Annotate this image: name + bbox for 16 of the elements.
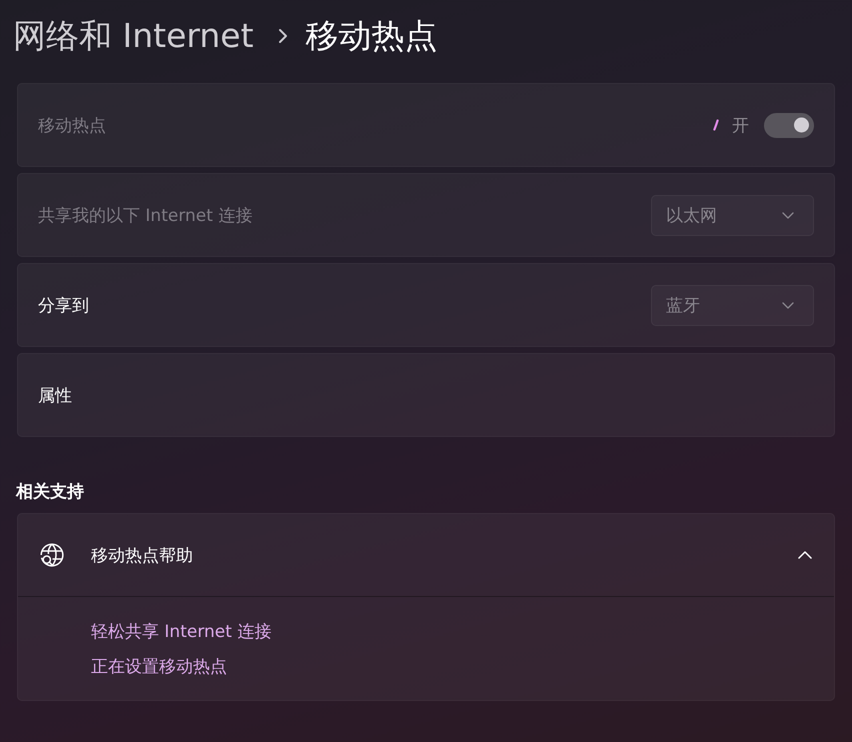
setting-label: 共享我的以下 Internet 连接	[38, 204, 252, 226]
section-heading: 相关支持	[16, 481, 84, 504]
chevron-down-icon	[782, 212, 794, 218]
globe-search-icon	[40, 543, 64, 567]
help-link[interactable]: 轻松共享 Internet 连接	[91, 615, 272, 650]
setting-label: 属性	[38, 384, 72, 406]
toggle-state-label: 开	[732, 114, 749, 136]
chevron-up-icon	[798, 551, 812, 559]
setting-label: 移动热点	[38, 114, 106, 136]
expander-header[interactable]: 移动热点帮助	[18, 514, 834, 597]
help-link[interactable]: 正在设置移动热点	[91, 650, 227, 685]
chevron-down-icon	[782, 302, 794, 308]
breadcrumb-link[interactable]: 网络和 Internet	[13, 14, 254, 58]
chevron-right-icon	[278, 28, 288, 44]
setting-label: 分享到	[38, 294, 89, 316]
page-title: 移动热点	[306, 15, 438, 57]
